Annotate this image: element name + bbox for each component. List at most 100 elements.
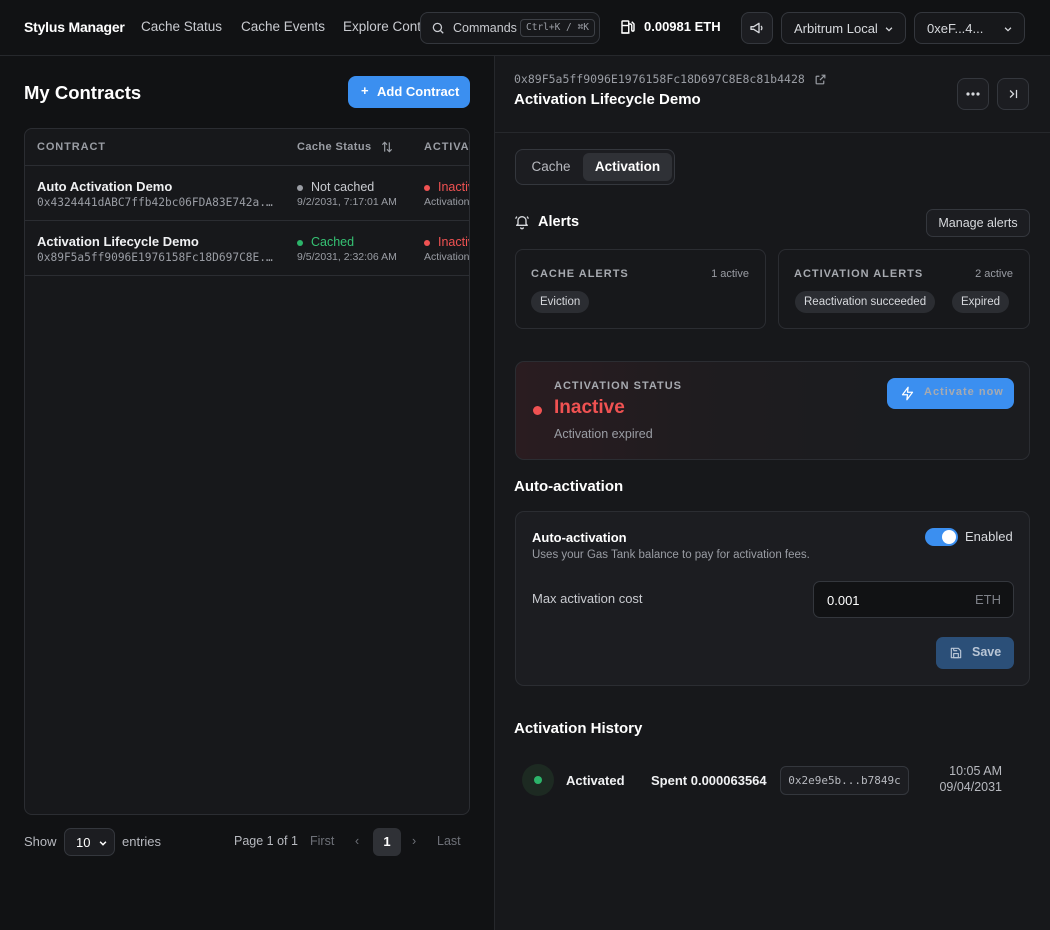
command-palette-button[interactable]: Commands Ctrl+K / ⌘K bbox=[420, 12, 600, 44]
entries-label: entries bbox=[122, 834, 162, 849]
activation-alerts-count: 2 active bbox=[975, 268, 1013, 280]
column-header-activation: ACTIVATION bbox=[424, 141, 469, 153]
sort-icon[interactable] bbox=[380, 140, 394, 154]
status-dot bbox=[424, 240, 430, 246]
contract-detail-panel: 0x89F5a5ff9096E1976158Fc18D697C8E8c81b44… bbox=[495, 56, 1050, 930]
activation-substatus: Activation expired bbox=[424, 196, 470, 208]
command-palette-shortcut: Ctrl+K / ⌘K bbox=[520, 19, 595, 37]
list-item: Activated Spent 0.000063564 0x2e9e5b...b… bbox=[515, 756, 1030, 806]
account-address: 0xeF...4... bbox=[927, 21, 984, 36]
manage-alerts-button[interactable]: Manage alerts bbox=[926, 209, 1030, 237]
table-row[interactable]: Auto Activation Demo 0x4324441dABC7ffb42… bbox=[25, 166, 470, 221]
activation-history-title: Activation History bbox=[514, 720, 643, 737]
tab-cache[interactable]: Cache bbox=[520, 153, 582, 181]
activate-now-label: Activate now bbox=[924, 386, 1004, 398]
page-size-select[interactable]: 10 bbox=[64, 828, 115, 856]
auto-activation-description: Uses your Gas Tank balance to pay for ac… bbox=[532, 549, 810, 561]
max-cost-input[interactable]: 0.001 ETH bbox=[813, 581, 1014, 618]
show-label: Show bbox=[24, 834, 57, 849]
activation-status-label: ACTIVATION STATUS bbox=[554, 380, 683, 392]
activation-status: Inactive bbox=[438, 180, 469, 194]
network-selector[interactable]: Arbitrum Local bbox=[781, 12, 906, 44]
alert-pill-reactivation-succeeded: Reactivation succeeded bbox=[795, 291, 936, 313]
megaphone-icon bbox=[749, 20, 765, 36]
history-date: 09/04/2031 bbox=[939, 780, 1002, 794]
nav-link-explore-contracts[interactable]: Explore Contracts bbox=[343, 19, 421, 34]
activation-status: Inactive bbox=[438, 235, 469, 249]
gas-pump-icon bbox=[619, 18, 637, 36]
activation-status-card: ACTIVATION STATUS Inactive Activation ex… bbox=[515, 361, 1030, 460]
tab-activation[interactable]: Activation bbox=[583, 153, 672, 181]
cache-status: Cached bbox=[311, 235, 355, 249]
command-palette-label: Commands bbox=[453, 21, 517, 35]
header-divider bbox=[495, 132, 1050, 133]
cache-status-date: 9/5/2031, 2:32:06 AM bbox=[297, 251, 397, 263]
status-dot bbox=[297, 240, 303, 246]
table-row[interactable]: Activation Lifecycle Demo 0x89F5a5ff9096… bbox=[25, 221, 470, 276]
save-label: Save bbox=[972, 645, 1002, 659]
toggle-label: Enabled bbox=[965, 529, 1013, 544]
max-cost-unit: ETH bbox=[975, 592, 1001, 607]
activation-status-value: Inactive bbox=[554, 397, 625, 418]
page-size-value: 10 bbox=[76, 835, 91, 850]
auto-activation-toggle[interactable] bbox=[925, 528, 958, 546]
nav-link-cache-status[interactable]: Cache Status bbox=[141, 19, 222, 34]
chevron-down-icon bbox=[1003, 24, 1013, 34]
history-spent: Spent 0.000063564 bbox=[651, 773, 767, 788]
table-header: CONTRACT Cache Status ACTIVATION bbox=[25, 129, 469, 166]
status-dot bbox=[424, 185, 430, 191]
next-page-button[interactable]: › bbox=[412, 834, 416, 848]
chevron-down-icon bbox=[98, 838, 108, 848]
app-logo[interactable]: Stylus Manager bbox=[24, 19, 125, 35]
last-page-button[interactable]: Last bbox=[437, 834, 461, 848]
cache-status-date: 9/2/2031, 7:17:01 AM bbox=[297, 196, 397, 208]
save-icon bbox=[949, 646, 963, 660]
max-cost-value: 0.001 bbox=[827, 593, 860, 608]
announcements-button[interactable] bbox=[741, 12, 773, 44]
page-indicator: Page 1 of 1 bbox=[234, 834, 298, 848]
pagination: Show 10 entries Page 1 of 1 First ‹ 1 › … bbox=[24, 828, 470, 856]
activation-substatus: Activation expired bbox=[424, 251, 470, 263]
more-options-button[interactable] bbox=[957, 78, 989, 110]
contracts-panel: My Contracts + Add Contract CONTRACT Cac… bbox=[0, 56, 494, 930]
detail-tabs: Cache Activation bbox=[515, 149, 675, 185]
add-contract-button[interactable]: + Add Contract bbox=[348, 76, 470, 108]
plus-icon: + bbox=[361, 83, 369, 98]
column-header-cache-status[interactable]: Cache Status bbox=[297, 141, 372, 153]
activation-status-sub: Activation expired bbox=[554, 427, 653, 441]
alert-pill-expired: Expired bbox=[952, 291, 1009, 313]
activation-alerts-label: ACTIVATION ALERTS bbox=[794, 268, 924, 280]
cache-alerts-label: CACHE ALERTS bbox=[531, 268, 629, 280]
contract-name: Auto Activation Demo bbox=[37, 179, 173, 194]
prev-page-button[interactable]: ‹ bbox=[355, 834, 359, 848]
auto-activation-card: Auto-activation Uses your Gas Tank balan… bbox=[515, 511, 1030, 686]
save-button[interactable]: Save bbox=[936, 637, 1014, 669]
history-event: Activated bbox=[566, 773, 625, 788]
activate-now-button[interactable]: Activate now bbox=[887, 378, 1014, 409]
contract-address: 0x89F5a5ff9096E1976158Fc18D697C8E... bbox=[37, 251, 275, 264]
nav-link-explore-wrapper: Explore Contracts bbox=[343, 0, 421, 56]
top-nav-bar: Stylus Manager Cache Status Cache Events… bbox=[0, 0, 1050, 56]
history-time: 10:05 AM bbox=[949, 764, 1002, 778]
account-selector[interactable]: 0xeF...4... bbox=[914, 12, 1025, 44]
external-link-icon[interactable] bbox=[814, 73, 827, 86]
activation-alerts-card: ACTIVATION ALERTS 2 active Reactivation … bbox=[778, 249, 1030, 329]
close-panel-button[interactable] bbox=[997, 78, 1029, 110]
max-cost-label: Max activation cost bbox=[532, 591, 643, 606]
current-page-button[interactable]: 1 bbox=[373, 828, 401, 856]
alert-pill-eviction: Eviction bbox=[531, 291, 590, 313]
transaction-hash[interactable]: 0x2e9e5b...b7849c bbox=[780, 766, 909, 795]
auto-activation-title: Auto-activation bbox=[532, 530, 627, 545]
contract-address: 0x4324441dABC7ffb42bc06FDA83E742a... bbox=[37, 196, 275, 209]
first-page-button[interactable]: First bbox=[310, 834, 334, 848]
chevron-down-icon bbox=[884, 24, 894, 34]
contract-name: Activation Lifecycle Demo bbox=[37, 234, 199, 249]
column-header-contract: CONTRACT bbox=[37, 141, 106, 153]
status-dot bbox=[297, 185, 303, 191]
network-selector-label: Arbitrum Local bbox=[794, 21, 878, 36]
search-icon bbox=[431, 21, 445, 35]
activated-status-icon bbox=[522, 764, 554, 796]
gas-balance-value: 0.00981 ETH bbox=[644, 19, 721, 34]
bell-icon bbox=[514, 214, 530, 230]
nav-link-cache-events[interactable]: Cache Events bbox=[241, 19, 325, 34]
